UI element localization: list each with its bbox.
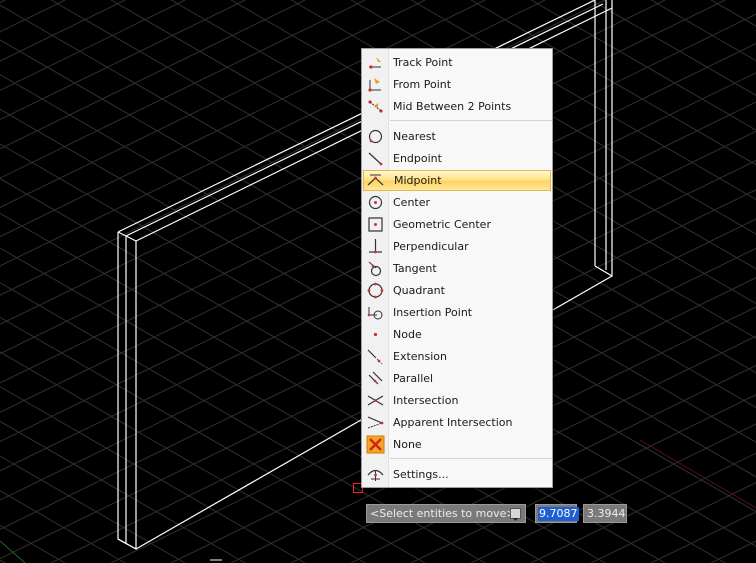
menu-separator [390, 458, 552, 459]
mid-between-icon [368, 100, 383, 113]
menu-item-label: Nearest [393, 130, 436, 143]
menu-item-intersection[interactable]: Intersection [363, 390, 551, 411]
menu-item-nearest[interactable]: Nearest [363, 126, 551, 147]
grid-line [0, 0, 6, 4]
menu-item-settings[interactable]: Settings... [363, 464, 551, 485]
menu-item-from-point[interactable]: From Point [363, 74, 551, 95]
prompt-options-icon [513, 518, 518, 521]
menu-item-label: Mid Between 2 Points [393, 100, 512, 113]
menu-item-midpoint[interactable]: Midpoint [363, 170, 551, 191]
menu-item-label: Quadrant [393, 284, 445, 297]
insertion-point-icon [367, 307, 383, 320]
menu-item-label: Endpoint [393, 152, 442, 165]
endpoint-icon [368, 152, 383, 166]
center-icon [368, 195, 383, 210]
menu-item-label: Geometric Center [393, 218, 491, 231]
midpoint-icon [367, 174, 384, 186]
grid-line [0, 559, 6, 563]
menu-item-label: None [393, 438, 422, 451]
menu-item-parallel[interactable]: Parallel [363, 368, 551, 389]
grid-line [0, 0, 66, 33]
y-coordinate-value: 3.3944 [587, 507, 626, 520]
x-coordinate-value: 9.7087 [538, 507, 579, 521]
menu-item-label: Extension [393, 350, 448, 363]
geometric-center-icon [368, 217, 383, 232]
intersection-icon [367, 395, 384, 406]
node-icon [373, 332, 378, 337]
grid-line [0, 0, 126, 62]
parallel-icon [368, 371, 383, 385]
nearest-icon [368, 129, 383, 144]
menu-item-label: Perpendicular [393, 240, 469, 253]
tangent-icon [368, 261, 382, 277]
menu-item-node[interactable]: Node [363, 324, 551, 345]
menu-item-label: Insertion Point [393, 306, 473, 319]
menu-item-tangent[interactable]: Tangent [363, 258, 551, 279]
command-prompt-text: <Select entities to move> [370, 507, 516, 520]
menu-item-label: Midpoint [394, 174, 442, 187]
menu-item-center[interactable]: Center [363, 192, 551, 213]
grid-line [0, 0, 366, 179]
menu-item-label: Track Point [393, 56, 453, 69]
menu-item-label: Intersection [393, 394, 459, 407]
perpendicular-icon [369, 239, 382, 254]
menu-item-geometric-center[interactable]: Geometric Center [363, 214, 551, 235]
menu-separator [390, 120, 552, 121]
menu-item-endpoint[interactable]: Endpoint [363, 148, 551, 169]
osnap-context-menu: Track Point From Point Mid Between 2 Poi… [361, 48, 553, 488]
quadrant-icon [367, 282, 384, 299]
none-icon [366, 435, 385, 454]
grid-line [0, 490, 126, 563]
menu-item-label: Settings... [393, 468, 449, 481]
menu-item-label: Parallel [393, 372, 434, 385]
menu-item-label: From Point [393, 78, 452, 91]
menu-item-none[interactable]: None [363, 434, 551, 455]
chevron-down-icon[interactable] [510, 508, 521, 521]
y-coordinate-input[interactable]: 3.3944 [583, 504, 627, 523]
from-point-icon [368, 78, 381, 92]
grid-line [0, 351, 366, 563]
menu-item-label: Apparent Intersection [393, 416, 513, 429]
menu-item-apparent-intersection[interactable]: Apparent Intersection [363, 412, 551, 433]
command-prompt-tooltip: <Select entities to move> [366, 504, 526, 523]
menu-item-track-point[interactable]: Track Point [363, 52, 551, 73]
extension-icon [367, 349, 383, 365]
track-point-icon [369, 57, 381, 69]
settings-icon [367, 469, 384, 481]
menu-item-quadrant[interactable]: Quadrant [363, 280, 551, 301]
apparent-intersection-icon [367, 416, 384, 429]
menu-item-extension[interactable]: Extension [363, 346, 551, 367]
menu-item-label: Tangent [393, 262, 437, 275]
menu-item-mid-between[interactable]: Mid Between 2 Points [363, 96, 551, 117]
menu-item-insertion-point[interactable]: Insertion Point [363, 302, 551, 323]
menu-item-perpendicular[interactable]: Perpendicular [363, 236, 551, 257]
menu-item-label: Center [393, 196, 431, 209]
menu-item-label: Node [393, 328, 422, 341]
x-coordinate-input[interactable]: 9.7087 [535, 504, 579, 523]
grid-line [0, 524, 66, 563]
